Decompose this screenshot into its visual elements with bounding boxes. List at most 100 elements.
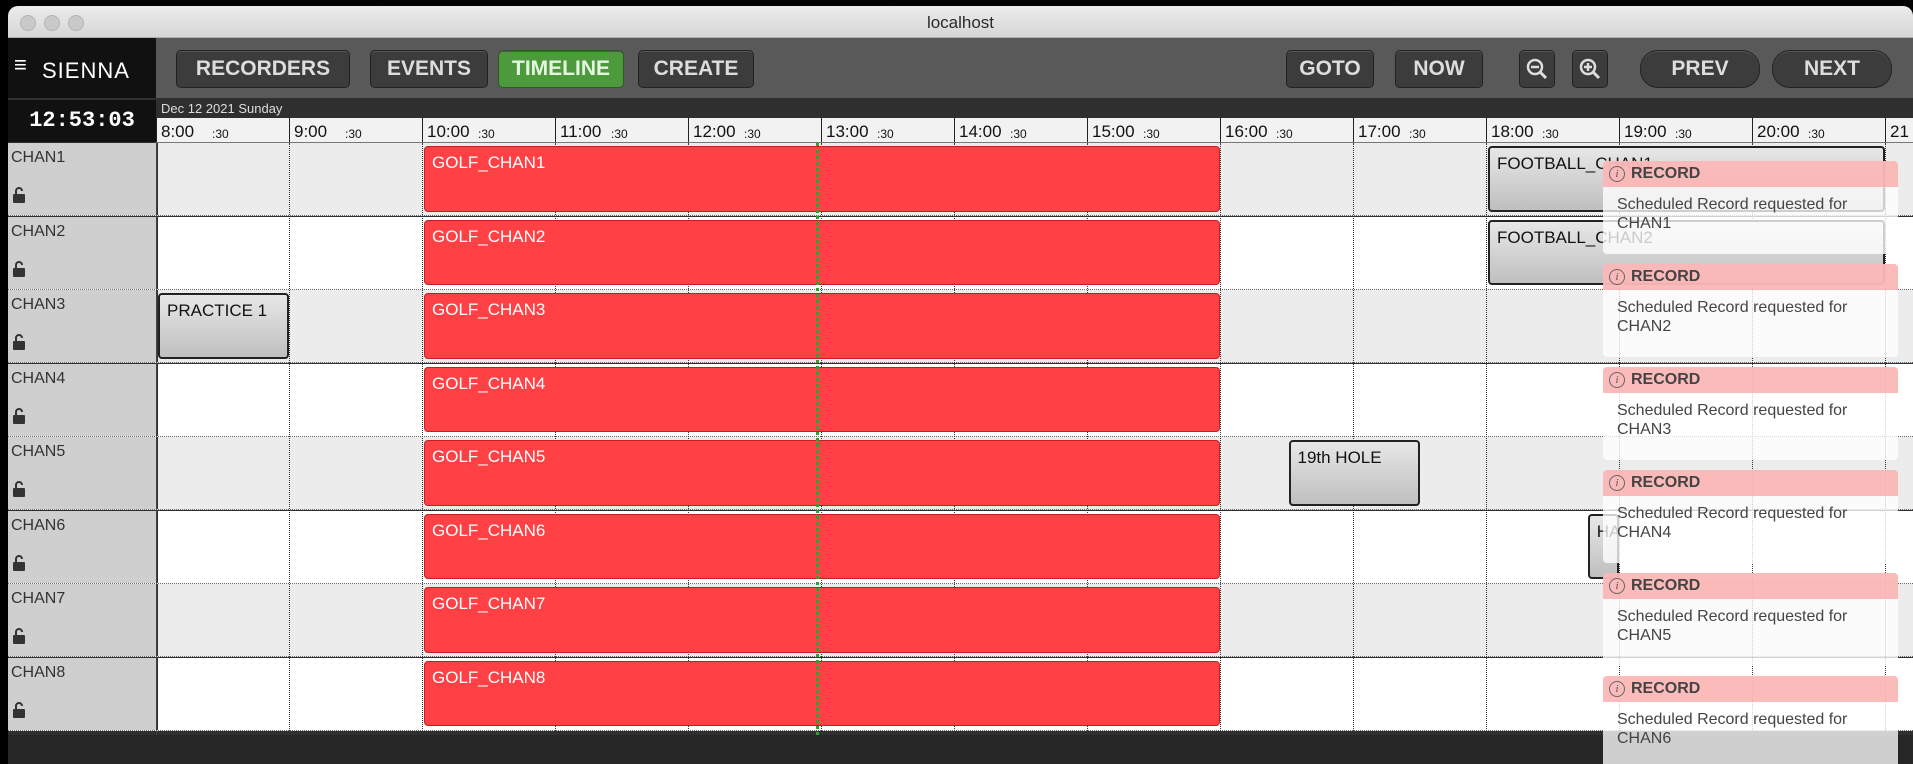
now-button[interactable]: NOW — [1395, 50, 1483, 88]
channel-label[interactable]: CHAN8 — [8, 657, 158, 730]
hour-label: 21 — [1890, 122, 1909, 141]
app-logo: ≡ SIENNA — [8, 38, 156, 98]
time-ruler[interactable]: 8:00:30 9:00:30 10:00:30 11:00:30 12:00:30 13… — [156, 118, 1913, 143]
timeline-event[interactable]: GOLF_CHAN5 — [424, 440, 1220, 506]
notification-title: i RECORD — [1603, 367, 1898, 393]
timeline-event[interactable]: GOLF_CHAN3 — [424, 293, 1220, 359]
channel-name: CHAN6 — [11, 516, 66, 534]
notification-message: Scheduled Record requested for CHAN5 — [1617, 608, 1848, 644]
hour-label: 14:00 — [959, 122, 1002, 141]
timeline-event[interactable]: GOLF_CHAN4 — [424, 366, 1220, 432]
channel-label[interactable]: CHAN4 — [8, 363, 158, 436]
channel-label[interactable]: CHAN1 — [8, 143, 158, 215]
half-hour-label: :30 — [744, 127, 761, 141]
window-title: localhost — [926, 13, 995, 32]
create-button[interactable]: CREATE — [638, 50, 754, 88]
lock-icon[interactable] — [12, 554, 26, 571]
notification-title-text: RECORD — [1631, 371, 1701, 388]
hour-tick: 11:00 — [555, 118, 601, 142]
hour-gridline — [289, 143, 290, 735]
timeline-event[interactable]: 19th HOLE — [1288, 440, 1420, 506]
info-icon: i — [1609, 681, 1625, 697]
zoom-in-button[interactable] — [1572, 50, 1608, 88]
notification-toast[interactable]: i RECORD Scheduled Record requested for CH… — [1603, 573, 1898, 666]
notification-title: i RECORD — [1603, 573, 1898, 599]
notification-title-text: RECORD — [1631, 680, 1701, 697]
hour-gridline — [422, 143, 423, 735]
timeline-event[interactable]: GOLF_CHAN1 — [424, 146, 1220, 212]
notification-message: Scheduled Record requested for CHAN6 — [1617, 711, 1848, 747]
half-hour-label: :30 — [1542, 127, 1559, 141]
notification-toast[interactable]: i RECORD Scheduled Record requested for CH… — [1603, 470, 1898, 563]
hour-tick: 10:00 — [422, 118, 470, 142]
half-hour-label: :30 — [345, 127, 362, 141]
channel-label[interactable]: CHAN7 — [8, 584, 158, 656]
lock-icon[interactable] — [12, 334, 26, 350]
notification-title: i RECORD — [1603, 676, 1898, 702]
browser-window: localhost ≡ SIENNA RECORDERS EVENTS TIME… — [8, 6, 1913, 764]
hour-label: 17:00 — [1358, 122, 1401, 141]
zoom-out-icon — [1526, 58, 1548, 80]
timeline-date: Dec 12 2021 Sunday — [161, 101, 283, 116]
timeline-event[interactable]: PRACTICE 1 — [158, 293, 289, 359]
channel-name: CHAN4 — [11, 369, 66, 387]
half-hour-label: :30 — [478, 127, 495, 141]
lock-icon[interactable] — [12, 701, 26, 718]
title-bar: localhost — [8, 6, 1913, 38]
prev-button[interactable]: PREV — [1640, 50, 1760, 88]
notification-title-text: RECORD — [1631, 165, 1701, 182]
lock-icon[interactable] — [12, 260, 26, 277]
timeline-event[interactable]: GOLF_CHAN2 — [424, 219, 1220, 285]
info-icon: i — [1609, 372, 1625, 388]
next-button[interactable]: NEXT — [1772, 50, 1892, 88]
half-hour-label: :30 — [1276, 127, 1293, 141]
half-hour-label: :30 — [1143, 127, 1160, 141]
channel-label[interactable]: CHAN2 — [8, 216, 158, 289]
half-hour-label: :30 — [212, 127, 229, 141]
notification-toast[interactable]: i RECORD Scheduled Record requested for CH… — [1603, 676, 1898, 764]
hour-gridline — [1353, 143, 1354, 735]
events-button[interactable]: EVENTS — [370, 50, 488, 88]
channel-label[interactable]: CHAN6 — [8, 510, 158, 583]
hamburger-menu-icon[interactable]: ≡ — [14, 52, 27, 78]
channel-label[interactable]: CHAN3 — [8, 290, 158, 362]
zoom-in-icon — [1579, 58, 1601, 80]
hour-tick: 13:00 — [821, 118, 869, 142]
zoom-out-button[interactable] — [1519, 50, 1555, 88]
channel-label[interactable]: CHAN5 — [8, 437, 158, 509]
lock-icon[interactable] — [12, 628, 26, 644]
hour-tick: 21 — [1885, 118, 1909, 142]
hour-tick: 19:00 — [1619, 118, 1667, 142]
goto-button[interactable]: GOTO — [1286, 50, 1374, 88]
hour-tick: 20:00 — [1752, 118, 1800, 142]
notification-toast[interactable]: i RECORD Scheduled Record requested for CH… — [1603, 161, 1898, 254]
timeline-event[interactable]: GOLF_CHAN8 — [424, 660, 1220, 726]
channel-name: CHAN2 — [11, 222, 66, 240]
hour-tick: 16:00 — [1220, 118, 1268, 142]
info-icon: i — [1609, 269, 1625, 285]
timeline-event[interactable]: GOLF_CHAN6 — [424, 513, 1220, 579]
current-time-marker — [816, 143, 819, 735]
hour-gridline — [156, 143, 157, 735]
recorders-button[interactable]: RECORDERS — [176, 50, 350, 88]
info-icon: i — [1609, 578, 1625, 594]
hour-label: 20:00 — [1757, 122, 1800, 141]
hour-gridline — [1486, 143, 1487, 735]
lock-icon[interactable] — [12, 187, 26, 203]
lock-icon[interactable] — [12, 407, 26, 424]
half-hour-label: :30 — [1808, 127, 1825, 141]
notification-title-text: RECORD — [1631, 268, 1701, 285]
channel-name: CHAN8 — [11, 663, 66, 681]
hour-label: 19:00 — [1624, 122, 1667, 141]
lock-icon[interactable] — [12, 481, 26, 497]
notification-title-text: RECORD — [1631, 474, 1701, 491]
timeline-event[interactable]: GOLF_CHAN7 — [424, 587, 1220, 653]
notification-toast[interactable]: i RECORD Scheduled Record requested for CH… — [1603, 367, 1898, 460]
notification-message: Scheduled Record requested for CHAN1 — [1617, 196, 1848, 232]
timeline-button[interactable]: TIMELINE — [498, 50, 624, 88]
hour-label: 15:00 — [1092, 122, 1135, 141]
notification-toast[interactable]: i RECORD Scheduled Record requested for CH… — [1603, 264, 1898, 357]
hour-tick: 17:00 — [1353, 118, 1401, 142]
hour-label: 12:00 — [693, 122, 736, 141]
hour-tick: 12:00 — [688, 118, 736, 142]
